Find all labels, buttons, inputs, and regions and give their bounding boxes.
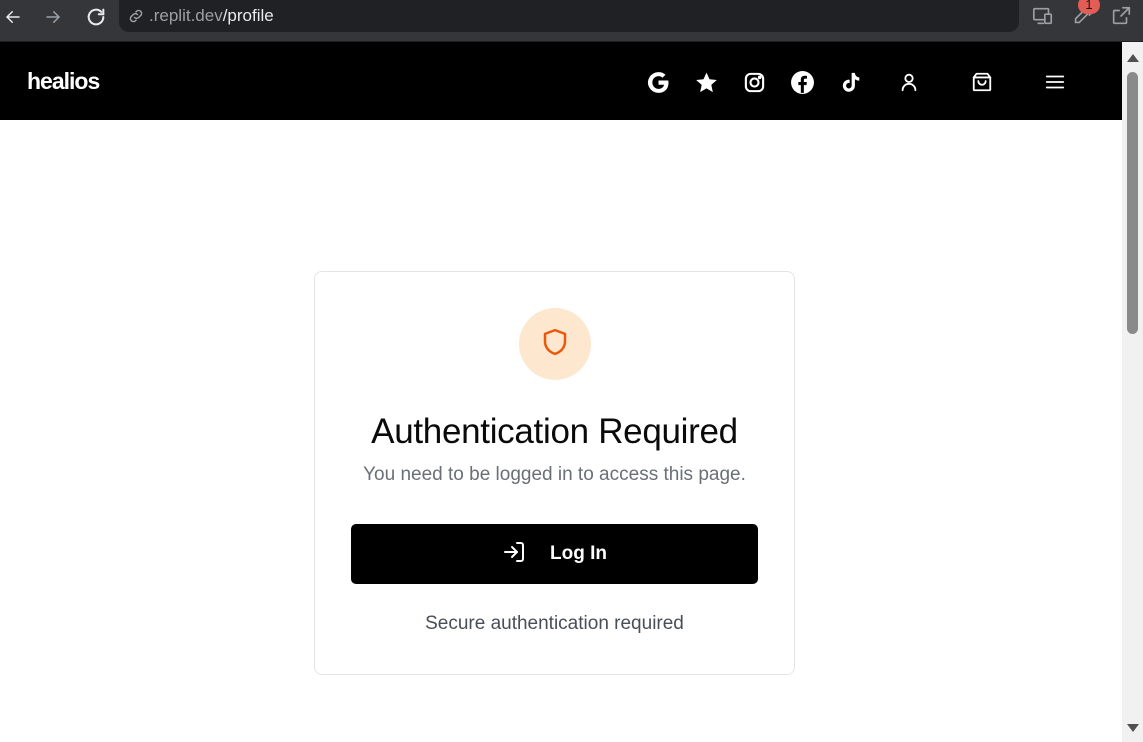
shopping-bag-icon[interactable] bbox=[969, 69, 995, 95]
address-bar[interactable]: .replit.dev/profile bbox=[119, 0, 1019, 32]
devices-icon[interactable] bbox=[1030, 3, 1056, 29]
auth-required-card: Authentication Required You need to be l… bbox=[314, 271, 795, 675]
menu-icon[interactable] bbox=[1042, 69, 1068, 95]
site-header: healios bbox=[0, 42, 1122, 120]
back-arrow-icon[interactable] bbox=[0, 4, 26, 30]
extensions-badge: 1 bbox=[1078, 0, 1100, 14]
security-note: Secure authentication required bbox=[425, 613, 684, 634]
url-text: .replit.dev/profile bbox=[149, 6, 274, 26]
google-icon[interactable] bbox=[645, 69, 671, 95]
star-icon[interactable] bbox=[693, 69, 719, 95]
user-icon[interactable] bbox=[896, 69, 922, 95]
url-path: /profile bbox=[222, 6, 274, 25]
page-scrollbar[interactable] bbox=[1122, 42, 1143, 742]
page-title: Authentication Required bbox=[371, 412, 738, 451]
brand-logo[interactable]: healios bbox=[27, 68, 100, 95]
shield-icon-badge bbox=[519, 308, 591, 380]
instagram-icon[interactable] bbox=[741, 69, 767, 95]
auth-subtitle: You need to be logged in to access this … bbox=[363, 464, 746, 485]
url-host: .replit.dev bbox=[149, 6, 223, 25]
forward-arrow-icon[interactable] bbox=[40, 4, 66, 30]
shield-icon bbox=[540, 327, 570, 362]
login-button[interactable]: Log In bbox=[351, 524, 758, 584]
reload-icon[interactable] bbox=[83, 4, 109, 30]
tiktok-icon[interactable] bbox=[837, 69, 863, 95]
link-icon bbox=[127, 7, 145, 25]
open-external-icon[interactable] bbox=[1108, 3, 1134, 29]
login-button-label: Log In bbox=[550, 543, 607, 564]
log-in-icon bbox=[502, 540, 526, 569]
browser-toolbar: .replit.dev/profile 1 bbox=[0, 0, 1143, 42]
scroll-down-arrow-icon[interactable] bbox=[1127, 724, 1139, 732]
scrollbar-thumb[interactable] bbox=[1127, 72, 1138, 334]
scroll-up-arrow-icon[interactable] bbox=[1127, 54, 1139, 62]
facebook-icon[interactable] bbox=[789, 69, 815, 95]
